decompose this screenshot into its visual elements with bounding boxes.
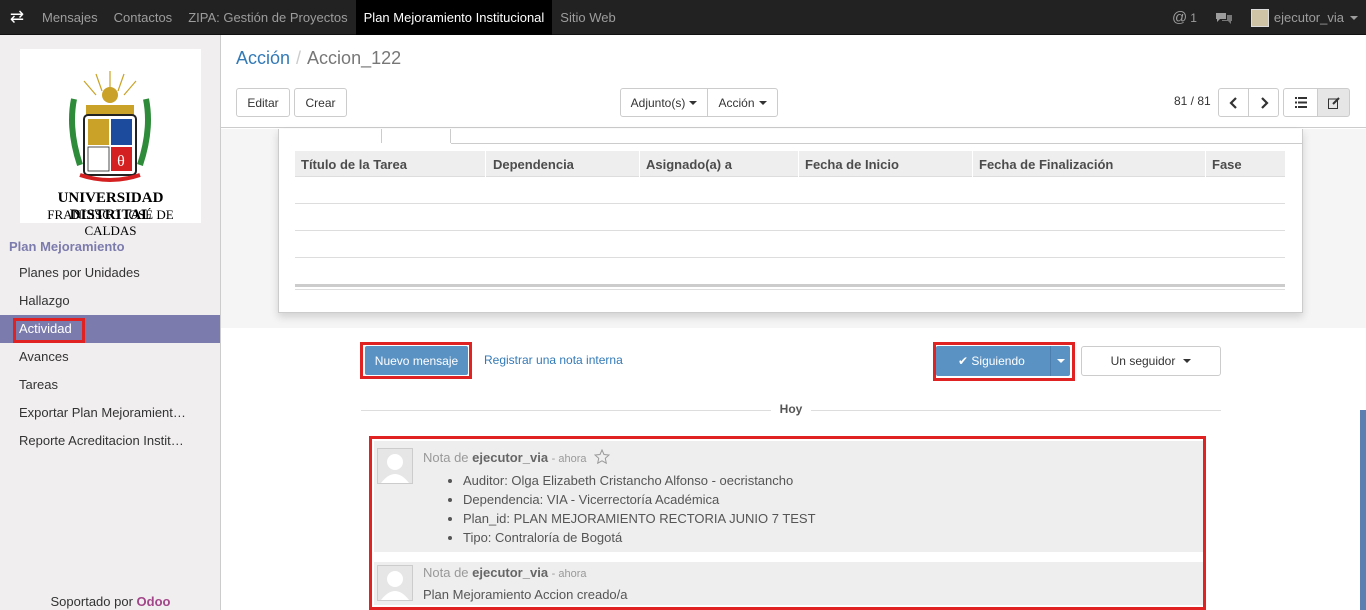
- table-footer: [295, 284, 1285, 287]
- table-row: [295, 230, 1285, 231]
- sidebar-item-exportar[interactable]: Exportar Plan Mejoramient…: [0, 399, 220, 427]
- menu-plan-mejoramiento[interactable]: Plan Mejoramiento Institucional: [355, 0, 553, 35]
- tab-divider: [451, 143, 1303, 144]
- table-footer-line: [295, 289, 1285, 290]
- menu-mensajes[interactable]: Mensajes: [34, 0, 106, 35]
- list-view-button[interactable]: [1283, 88, 1318, 117]
- highlight-box: [13, 318, 85, 343]
- breadcrumb-parent[interactable]: Acción: [236, 48, 290, 68]
- sidebar-section-title: Plan Mejoramiento: [9, 239, 125, 254]
- crest-icon: θ: [69, 71, 151, 182]
- form-sheet: Título de la Tarea Dependencia Asignado(…: [278, 129, 1303, 313]
- menu-sitio-web[interactable]: Sitio Web: [552, 0, 623, 35]
- followers-button[interactable]: Un seguidor: [1081, 346, 1221, 376]
- logo-line-2: FRANCISCO JOSÉ DE CALDAS: [47, 207, 174, 238]
- column-divider: [972, 151, 973, 177]
- list-icon: [1294, 97, 1307, 108]
- chevron-down-icon: [758, 100, 767, 105]
- col-fase[interactable]: Fase: [1212, 157, 1242, 172]
- sidebar-item-tareas[interactable]: Tareas: [0, 371, 220, 399]
- active-tab[interactable]: [381, 129, 451, 143]
- chevron-left-icon: [1228, 96, 1237, 109]
- pager-value: 81 / 81: [1174, 94, 1211, 108]
- edit-button[interactable]: Editar: [236, 88, 290, 117]
- day-label: Hoy: [771, 402, 811, 416]
- action-dropdown[interactable]: Acción: [707, 88, 778, 117]
- form-view-button[interactable]: [1317, 88, 1350, 117]
- breadcrumb-current: Accion_122: [307, 48, 402, 68]
- scrollbar[interactable]: [1360, 410, 1366, 610]
- university-logo: θ UNIVERSIDAD DISTRITAL FRANCISCO JOSÉ D…: [20, 49, 201, 238]
- action-label: Acción: [718, 95, 755, 110]
- breadcrumb: Acción / Accion_122: [236, 48, 401, 69]
- column-divider: [639, 151, 640, 177]
- user-avatar: [1250, 8, 1269, 27]
- menu-contactos[interactable]: Contactos: [106, 0, 181, 35]
- pager-previous-button[interactable]: [1218, 88, 1249, 117]
- column-divider: [485, 151, 486, 177]
- odoo-link[interactable]: Odoo: [137, 594, 171, 609]
- highlight-box: [360, 342, 472, 379]
- col-fecha-inicio[interactable]: Fecha de Inicio: [805, 157, 899, 172]
- create-button[interactable]: Crear: [294, 88, 347, 117]
- chevron-down-icon: [1183, 359, 1192, 363]
- attachments-label: Adjunto(s): [630, 95, 686, 110]
- followers-label: Un seguidor: [1110, 354, 1176, 368]
- menu-zipa[interactable]: ZIPA: Gestión de Proyectos: [180, 0, 355, 35]
- column-divider: [798, 151, 799, 177]
- powered-by: Soportado por Odoo: [0, 594, 221, 609]
- col-dependencia[interactable]: Dependencia: [493, 157, 574, 172]
- attachments-dropdown[interactable]: Adjunto(s): [620, 88, 708, 117]
- sidebar-item-reporte[interactable]: Reporte Acreditacion Instit…: [0, 427, 220, 455]
- chevron-right-icon: [1260, 96, 1269, 109]
- top-menu: Mensajes Contactos ZIPA: Gestión de Proy…: [34, 0, 624, 35]
- tasks-table-header: Título de la Tarea Dependencia Asignado(…: [295, 151, 1285, 177]
- mentions-button[interactable]: @1: [1172, 9, 1197, 26]
- user-name: ejecutor_via: [1273, 10, 1344, 25]
- edit-icon: [1327, 96, 1340, 109]
- log-note-link[interactable]: Registrar una nota interna: [484, 353, 623, 367]
- sidebar-item-avances[interactable]: Avances: [0, 343, 220, 371]
- powered-by-label: Soportado por: [50, 594, 133, 609]
- control-panel: Acción / Accion_122 Editar Crear Adjunto(s…: [221, 35, 1366, 128]
- highlight-box: [933, 342, 1075, 381]
- highlight-box: [369, 436, 1206, 610]
- at-icon: @: [1171, 9, 1188, 26]
- app-switcher-icon[interactable]: ⇄: [0, 0, 34, 35]
- table-row: [295, 257, 1285, 258]
- chatter: Nuevo mensaje Registrar una nota interna…: [221, 328, 1366, 610]
- main-content: Acción / Accion_122 Editar Crear Adjunto(s…: [221, 35, 1366, 610]
- sidebar-item-planes[interactable]: Planes por Unidades: [0, 259, 220, 287]
- col-titulo[interactable]: Título de la Tarea: [301, 157, 407, 172]
- svg-text:θ: θ: [117, 153, 125, 170]
- table-row: [295, 203, 1285, 204]
- chat-icon[interactable]: [1215, 11, 1233, 25]
- mentions-count: 1: [1190, 10, 1197, 25]
- col-asignado[interactable]: Asignado(a) a: [646, 157, 732, 172]
- column-divider: [1205, 151, 1206, 177]
- top-navbar: ⇄ Mensajes Contactos ZIPA: Gestión de Pr…: [0, 0, 1366, 35]
- pager-next-button[interactable]: [1248, 88, 1279, 117]
- chevron-down-icon: [689, 100, 698, 105]
- col-fecha-fin[interactable]: Fecha de Finalización: [979, 157, 1113, 172]
- breadcrumb-separator: /: [296, 48, 302, 68]
- sidebar-item-hallazgo[interactable]: Hallazgo: [0, 287, 220, 315]
- chevron-down-icon: [1350, 15, 1358, 20]
- user-menu[interactable]: ejecutor_via: [1250, 8, 1358, 27]
- sidebar: θ UNIVERSIDAD DISTRITAL FRANCISCO JOSÉ D…: [0, 35, 221, 610]
